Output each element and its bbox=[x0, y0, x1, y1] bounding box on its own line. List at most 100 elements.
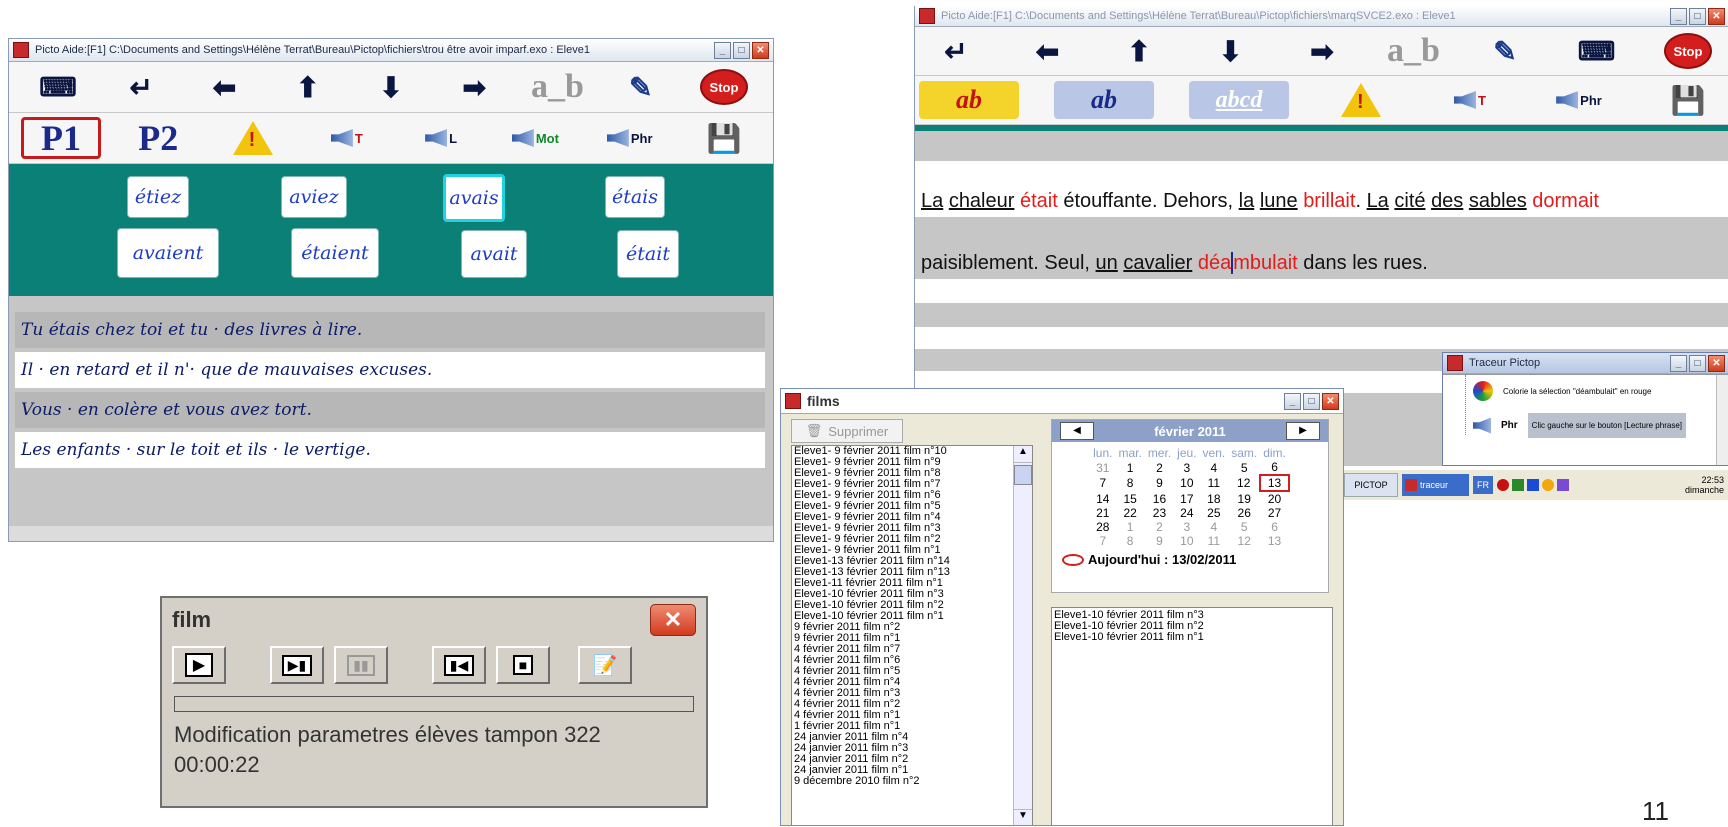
underline-button[interactable]: abcd bbox=[1189, 81, 1289, 119]
arrow-right-icon[interactable]: ➡ bbox=[1285, 32, 1359, 70]
calendar-day[interactable]: 14 bbox=[1090, 491, 1115, 506]
eraser-icon[interactable]: ✎ bbox=[604, 68, 678, 106]
calendar-day[interactable]: 1 bbox=[1115, 520, 1144, 534]
arrow-down-icon[interactable]: ⬇ bbox=[1194, 32, 1268, 70]
word-tile[interactable]: étais bbox=[605, 176, 665, 218]
p1-button[interactable]: P1 bbox=[21, 117, 101, 159]
close-button[interactable]: ✕ bbox=[650, 604, 696, 636]
calendar-day[interactable]: 28 bbox=[1090, 520, 1115, 534]
word-tile-selected[interactable]: avais bbox=[443, 174, 505, 222]
calendar-day[interactable]: 4 bbox=[1200, 520, 1229, 534]
calendar-day[interactable]: 3 bbox=[1174, 460, 1199, 475]
tray-icon[interactable] bbox=[1527, 479, 1539, 491]
arrow-down-icon[interactable]: ⬇ bbox=[354, 68, 428, 106]
calendar-day[interactable]: 19 bbox=[1228, 491, 1260, 506]
delete-button[interactable]: 🗑 Supprimer bbox=[791, 419, 903, 443]
sentence-line[interactable]: Tu étais chez toi et tu · des livres à l… bbox=[15, 312, 765, 348]
calendar-day[interactable]: 8 bbox=[1115, 534, 1144, 548]
calendar-day[interactable]: 25 bbox=[1200, 506, 1229, 520]
tray-icon[interactable] bbox=[1542, 479, 1554, 491]
maximize-button[interactable]: □ bbox=[1689, 7, 1706, 25]
keyboard-icon[interactable]: ⌨ bbox=[1560, 32, 1634, 70]
language-indicator[interactable]: FR bbox=[1473, 476, 1493, 494]
tray-icon[interactable] bbox=[1512, 479, 1524, 491]
minimize-button[interactable]: _ bbox=[1670, 7, 1687, 25]
calendar-day[interactable]: 6 bbox=[1260, 460, 1289, 475]
minimize-button[interactable]: _ bbox=[1670, 354, 1687, 372]
tray-icon[interactable] bbox=[1557, 479, 1569, 491]
calendar-day[interactable]: 11 bbox=[1200, 475, 1229, 491]
calendar-day[interactable]: 1 bbox=[1115, 460, 1144, 475]
edit-notes-button[interactable]: 📝 bbox=[578, 646, 632, 684]
word-tile[interactable]: avait bbox=[461, 230, 527, 278]
word-tile[interactable]: était bbox=[617, 230, 679, 278]
fill-blank-button[interactable]: a_b bbox=[521, 68, 595, 106]
speaker-text-button[interactable]: T bbox=[310, 119, 384, 157]
calendar-day[interactable]: 20 bbox=[1260, 491, 1289, 506]
p2-button[interactable]: P2 bbox=[121, 118, 195, 158]
word-tile[interactable]: étaient bbox=[291, 228, 379, 278]
stop-button[interactable]: Stop bbox=[687, 68, 761, 106]
calendar-day[interactable]: 7 bbox=[1090, 475, 1115, 491]
warning-button[interactable]: ! bbox=[216, 119, 290, 157]
close-button[interactable]: ✕ bbox=[1322, 392, 1339, 410]
speaker-word-button[interactable]: Mot bbox=[498, 119, 572, 157]
calendar-day[interactable]: 9 bbox=[1145, 475, 1174, 491]
calendar-day[interactable]: 26 bbox=[1228, 506, 1260, 520]
calendar-day[interactable]: 7 bbox=[1090, 534, 1115, 548]
word-tile[interactable]: aviez bbox=[281, 176, 347, 218]
minimize-button[interactable]: _ bbox=[1284, 392, 1301, 410]
sentence-line[interactable]: Vous · en colère et vous avez tort. bbox=[15, 392, 765, 428]
calendar-day[interactable]: 24 bbox=[1174, 506, 1199, 520]
scrollbar[interactable] bbox=[1716, 375, 1728, 465]
sentence-line[interactable]: Les enfants · sur le toit et ils · le ve… bbox=[15, 432, 765, 468]
scroll-up-icon[interactable]: ▲ bbox=[1014, 446, 1032, 463]
calendar-day[interactable]: 15 bbox=[1115, 491, 1144, 506]
calendar-day[interactable]: 9 bbox=[1145, 534, 1174, 548]
calendar-day[interactable]: 10 bbox=[1174, 475, 1199, 491]
speaker-sentence-button[interactable]: Phr bbox=[593, 119, 667, 157]
taskbar-pictop[interactable]: PICTOP bbox=[1344, 473, 1398, 497]
taskbar-traceur[interactable]: traceur bbox=[1402, 474, 1469, 496]
calendar-day[interactable]: 17 bbox=[1174, 491, 1199, 506]
arrow-left-icon[interactable]: ⬅ bbox=[188, 68, 262, 106]
speaker-text-button[interactable]: T bbox=[1433, 81, 1507, 119]
calendar-day[interactable]: 27 bbox=[1260, 506, 1289, 520]
step-forward-button[interactable]: ▶▮ bbox=[270, 646, 324, 684]
enter-arrow-icon[interactable]: ↵ bbox=[919, 32, 993, 70]
save-exit-icon[interactable]: 💾 bbox=[687, 119, 761, 157]
word-tile[interactable]: avaient bbox=[117, 228, 219, 278]
film-list-item[interactable]: 9 décembre 2010 film n°2 bbox=[792, 776, 1032, 787]
word-tile[interactable]: étiez bbox=[127, 176, 189, 218]
calendar-day[interactable]: 5 bbox=[1228, 520, 1260, 534]
calendar-day[interactable]: 12 bbox=[1228, 475, 1260, 491]
calendar-day[interactable]: 2 bbox=[1145, 460, 1174, 475]
calendar-day[interactable]: 2 bbox=[1145, 520, 1174, 534]
close-button[interactable]: ✕ bbox=[1708, 7, 1725, 25]
tracer-item-selected[interactable]: Phr Clic gauche sur le bouton [Lecture p… bbox=[1473, 413, 1686, 438]
arrow-up-icon[interactable]: ⬆ bbox=[271, 68, 345, 106]
sentence-line[interactable]: Il · en retard et il n'· que de mauvaise… bbox=[15, 352, 765, 388]
next-month-button[interactable]: ▶ bbox=[1285, 422, 1320, 440]
calendar-day[interactable]: 11 bbox=[1200, 534, 1229, 548]
speaker-letter-button[interactable]: L bbox=[404, 119, 478, 157]
calendar-day[interactable]: 6 bbox=[1260, 520, 1289, 534]
arrow-left-icon[interactable]: ⬅ bbox=[1011, 32, 1085, 70]
close-button[interactable]: ✕ bbox=[1708, 354, 1725, 372]
minimize-button[interactable]: _ bbox=[714, 41, 731, 59]
calendar-day[interactable]: 18 bbox=[1200, 491, 1229, 506]
calendar-day[interactable]: 13 bbox=[1260, 534, 1289, 548]
calendar-day[interactable]: 21 bbox=[1090, 506, 1115, 520]
scroll-down-icon[interactable]: ▼ bbox=[1014, 809, 1032, 825]
tray-icon[interactable] bbox=[1497, 479, 1509, 491]
calendar-day[interactable]: 8 bbox=[1115, 475, 1144, 491]
enter-arrow-icon[interactable]: ↵ bbox=[104, 68, 178, 106]
tracer-item[interactable]: Colorie la sélection "déambulait" en rou… bbox=[1473, 381, 1651, 401]
maximize-button[interactable]: □ bbox=[733, 41, 750, 59]
arrow-up-icon[interactable]: ⬆ bbox=[1102, 32, 1176, 70]
calendar-day[interactable]: 13 bbox=[1259, 474, 1290, 492]
calendar-day[interactable]: 23 bbox=[1145, 506, 1174, 520]
fill-blank-button[interactable]: a_b bbox=[1377, 32, 1451, 70]
close-button[interactable]: ✕ bbox=[752, 41, 769, 59]
scrollbar[interactable]: ▲ ▼ bbox=[1013, 446, 1032, 825]
